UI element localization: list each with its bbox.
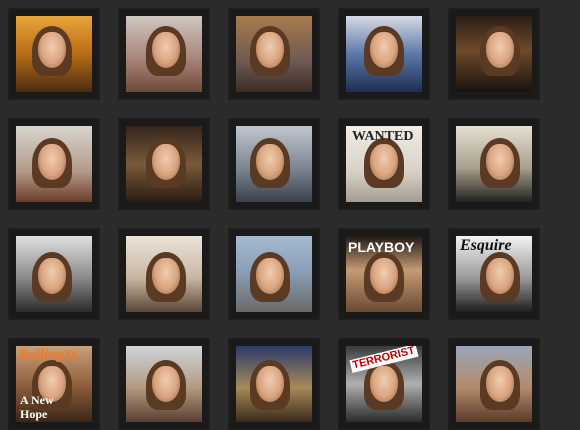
thumbnail-image [236,16,312,92]
gallery-thumbnail-4[interactable] [338,8,430,100]
thumbnail-caption: WANTED [352,129,414,144]
portrait-face [256,258,284,294]
thumbnail-subcaption: Hope [20,407,48,421]
portrait-face [486,32,514,68]
thumbnail-subcaption: A New [20,393,54,407]
portrait-face [152,258,180,294]
portrait-face [38,32,66,68]
thumbnail-image [126,16,202,92]
thumbnail-image [16,16,92,92]
gallery-thumbnail-17[interactable] [118,338,210,430]
thumbnail-image: Esquire [456,236,532,312]
gallery-thumbnail-12[interactable] [118,228,210,320]
photo-gallery-grid: WANTED PLAYBOY Esquire RollingSt A New Hope TE… [0,0,580,430]
gallery-thumbnail-20[interactable] [448,338,540,430]
gallery-thumbnail-1[interactable] [8,8,100,100]
gallery-thumbnail-16[interactable]: RollingSt A New Hope [8,338,100,430]
portrait-face [152,366,180,402]
thumbnail-image: PLAYBOY [346,236,422,312]
thumbnail-image [236,126,312,202]
gallery-thumbnail-18[interactable] [228,338,320,430]
gallery-thumbnail-14[interactable]: PLAYBOY [338,228,430,320]
portrait-face [370,258,398,294]
gallery-thumbnail-9[interactable]: WANTED [338,118,430,210]
thumbnail-image: RollingSt A New Hope [16,346,92,422]
thumbnail-image [126,126,202,202]
portrait-face [370,366,398,402]
portrait-face [486,258,514,294]
gallery-thumbnail-15[interactable]: Esquire [448,228,540,320]
thumbnail-image [236,346,312,422]
gallery-thumbnail-5[interactable] [448,8,540,100]
portrait-face [256,32,284,68]
thumbnail-image [346,16,422,92]
gallery-thumbnail-3[interactable] [228,8,320,100]
portrait-face [370,144,398,180]
gallery-thumbnail-6[interactable] [8,118,100,210]
thumbnail-caption: Esquire [460,237,512,254]
portrait-face [38,144,66,180]
portrait-face [38,258,66,294]
thumbnail-image [456,126,532,202]
thumbnail-image [16,126,92,202]
portrait-face [256,366,284,402]
thumbnail-image: WANTED [346,126,422,202]
thumbnail-image [456,346,532,422]
gallery-thumbnail-19[interactable]: TERRORIST [338,338,430,430]
gallery-thumbnail-8[interactable] [228,118,320,210]
gallery-thumbnail-13[interactable] [228,228,320,320]
thumbnail-image [236,236,312,312]
thumbnail-caption: RollingSt [18,347,77,363]
gallery-thumbnail-7[interactable] [118,118,210,210]
portrait-face [256,144,284,180]
thumbnail-image [456,16,532,92]
portrait-face [152,144,180,180]
portrait-face [486,144,514,180]
thumbnail-image [16,236,92,312]
portrait-face [370,32,398,68]
thumbnail-image [126,346,202,422]
thumbnail-caption: PLAYBOY [348,239,415,255]
gallery-thumbnail-10[interactable] [448,118,540,210]
portrait-face [486,366,514,402]
gallery-thumbnail-2[interactable] [118,8,210,100]
thumbnail-image [126,236,202,312]
thumbnail-image: TERRORIST [346,346,422,422]
portrait-face [152,32,180,68]
gallery-thumbnail-11[interactable] [8,228,100,320]
